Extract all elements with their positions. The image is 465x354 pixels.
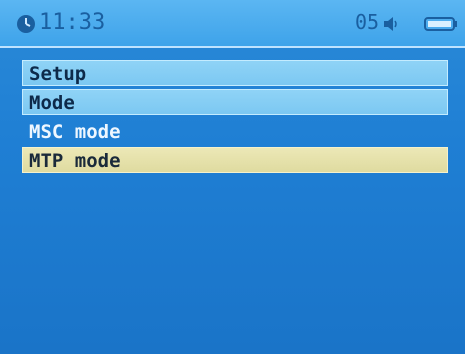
menu-item-label: Mode xyxy=(29,92,75,114)
battery-icon xyxy=(424,17,457,31)
clock-icon xyxy=(17,15,35,33)
menu-item-mtp-mode[interactable]: MTP mode xyxy=(22,147,448,173)
clock-time: 11:33 xyxy=(39,10,106,35)
menu-item-msc-mode[interactable]: MSC mode xyxy=(22,118,448,144)
status-bar: 11:33 05 xyxy=(0,0,465,48)
menu-header-setup: Setup xyxy=(22,60,448,86)
menu-item-label: MTP mode xyxy=(29,150,121,172)
settings-menu: Setup Mode MSC mode MTP mode xyxy=(22,60,448,176)
volume-level: 05 xyxy=(355,10,380,34)
menu-header-mode: Mode xyxy=(22,89,448,115)
device-screen: 11:33 05 Setup Mode MSC mode MTP mode xyxy=(0,0,465,354)
menu-item-label: MSC mode xyxy=(29,121,121,143)
speaker-icon xyxy=(384,17,397,31)
menu-item-label: Setup xyxy=(29,63,87,85)
